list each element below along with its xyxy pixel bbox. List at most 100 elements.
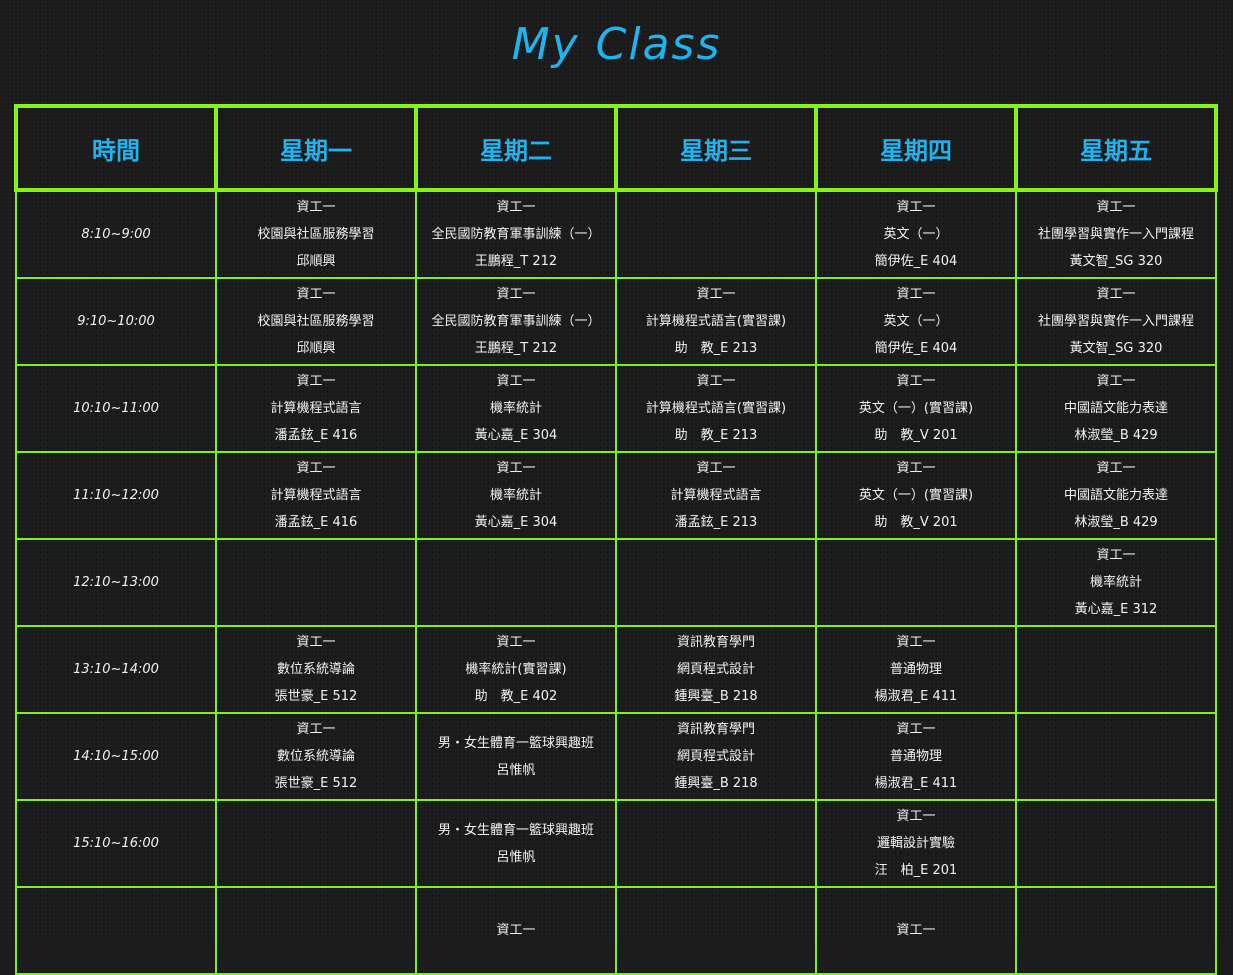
class-group: 資工一 — [496, 635, 536, 650]
class-group: 資工一 — [896, 923, 936, 938]
class-course-name: 全民國防教育軍事訓練（一） — [431, 314, 601, 329]
class-cell-monday — [215, 799, 417, 888]
class-cell-thursday: 資工一邏輯設計實驗汪 柏_E 201 — [815, 799, 1017, 888]
timetable-row: 資工一 資工一 — [15, 886, 1217, 975]
class-cell-monday — [215, 538, 417, 627]
class-course-name: 中國語文能力表達 — [1063, 488, 1168, 503]
class-teacher-room: 王鵬程_T 212 — [474, 341, 558, 356]
header-monday: 星期一 — [214, 104, 418, 192]
class-cell-thursday: 資工一 英文（一） 簡伊佐_E 404 — [815, 277, 1017, 366]
class-course-name: 機率統計 — [1089, 575, 1142, 590]
class-group: 資工一 — [896, 809, 936, 824]
class-group: 資工一 — [496, 461, 536, 476]
class-group: 資工一 — [1096, 287, 1136, 302]
time-slot: 10:10~11:00 — [15, 364, 217, 453]
class-cell-wednesday: 資訊教育學門 網頁程式設計 鍾興臺_B 218 — [615, 625, 817, 714]
class-teacher-room: 楊淑君_E 411 — [874, 689, 958, 704]
class-teacher-room: 呂惟帆 — [496, 849, 536, 865]
class-group: 資訊教育學門 — [676, 722, 755, 737]
timetable-row: 15:10~16:00 男・女生體育一籃球興趣班 呂惟帆 資工一 邏輯設計實驗汪 柏_E… — [15, 799, 1217, 888]
class-course-name: 計算機程式語言(實習課) — [645, 314, 787, 329]
class-cell-friday — [1015, 712, 1217, 801]
class-cell-friday: 資工一 社團學習與實作一入門課程 黃文智_SG 320 — [1015, 189, 1217, 279]
class-cell-tuesday: 資工一 機率統計(實習課) 助 教_E 402 — [415, 625, 617, 714]
class-course-name: 數位系統導論 — [276, 662, 355, 677]
time-slot — [15, 886, 217, 975]
class-course-name: 邏輯設計實驗 — [876, 836, 955, 851]
timetable-row: 10:10~11:00 資工一 計算機程式語言 潘孟鉉_E 416 資工一 機率統計 黃心嘉… — [15, 364, 1217, 453]
class-teacher-room: 黃心嘉_E 304 — [474, 428, 558, 443]
class-course-name: 普通物理 — [889, 749, 942, 764]
class-teacher-room: 黃心嘉_E 304 — [474, 515, 558, 530]
class-course-name: 校園與社區服務學習 — [257, 227, 375, 242]
class-cell-tuesday — [415, 538, 617, 627]
class-course-name: 社團學習與實作一入門課程 — [1037, 227, 1194, 242]
class-cell-tuesday: 資工一全民國防教育軍事訓練（一） 王鵬程_T 212 — [415, 277, 617, 366]
header-row: 時間 星期一 星期二 星期三 星期四 星期五 — [14, 104, 1218, 192]
class-cell-thursday: 資工一 英文（一） 簡伊佐_E 404 — [815, 189, 1017, 279]
class-group: 資工一 — [696, 287, 736, 302]
class-cell-friday — [1015, 625, 1217, 714]
class-teacher-room: 助 教_V 201 — [874, 428, 958, 443]
class-cell-friday: 資工一中國語文能力表達 林淑瑩_B 429 — [1015, 451, 1217, 540]
class-group: 資工一 — [696, 374, 736, 389]
class-teacher-room: 林淑瑩_B 429 — [1074, 515, 1158, 530]
class-teacher-room: 王鵬程_T 212 — [474, 254, 558, 269]
class-group: 資工一 — [296, 374, 336, 389]
class-group: 資工一 — [296, 200, 336, 215]
class-group: 資工一 — [1096, 461, 1136, 476]
timetable-row: 8:10~9:00 資工一 校園與社區服務學習 邱順興 資工一 全民國防教育軍事訓練（一）… — [15, 189, 1217, 279]
class-course-name: 網頁程式設計 — [676, 662, 755, 677]
class-group: 資工一 — [296, 635, 336, 650]
class-teacher-room: 張世豪_E 512 — [274, 776, 358, 791]
class-group: 資工一 — [496, 287, 536, 302]
class-course-name: 社團學習與實作一入門課程 — [1037, 314, 1194, 329]
class-teacher-room: 簡伊佐_E 404 — [874, 341, 958, 356]
class-cell-monday: 資工一 數位系統導論 張世豪_E 512 — [215, 625, 417, 714]
class-teacher-room: 助 教_E 402 — [474, 689, 558, 704]
class-cell-tuesday: 資工一 機率統計 黃心嘉_E 304 — [415, 364, 617, 453]
class-cell-monday: 資工一 計算機程式語言 潘孟鉉_E 416 — [215, 364, 417, 453]
time-slot: 13:10~14:00 — [15, 625, 217, 714]
timetable-row: 12:10~13:00 資工一 機率統計 黃心嘉_E 312 — [15, 538, 1217, 627]
header-time: 時間 — [14, 104, 218, 192]
class-cell-monday: 資工一 校園與社區服務學習 邱順興 — [215, 189, 417, 279]
class-cell-thursday: 資工一 — [815, 886, 1017, 975]
class-teacher-room: 邱順興 — [296, 341, 336, 356]
class-course-name: 普通物理 — [889, 662, 942, 677]
class-teacher-room: 潘孟鉉_E 213 — [674, 515, 758, 530]
class-teacher-room: 助 教_E 213 — [674, 428, 758, 443]
class-teacher-room: 潘孟鉉_E 416 — [274, 428, 358, 443]
class-group: 資工一 — [1096, 548, 1136, 563]
class-cell-friday: 資工一 機率統計 黃心嘉_E 312 — [1015, 538, 1217, 627]
class-teacher-room: 楊淑君_E 411 — [874, 776, 958, 791]
class-cell-thursday: 資工一 英文（一）(實習課) 助 教_V 201 — [815, 364, 1017, 453]
time-slot: 12:10~13:00 — [15, 538, 217, 627]
page-title: My Class — [511, 19, 722, 70]
class-teacher-room: 簡伊佐_E 404 — [874, 254, 958, 269]
class-teacher-room: 鍾興臺_B 218 — [674, 776, 758, 791]
class-timetable: 時間 星期一 星期二 星期三 星期四 星期五 8:10~9:00 資工一 校園與社區… — [14, 104, 1218, 975]
class-group: 資工一 — [896, 635, 936, 650]
class-teacher-room: 林淑瑩_B 429 — [1074, 428, 1158, 443]
class-group: 資工一 — [496, 923, 536, 938]
class-teacher-room: 汪 柏_E 201 — [874, 863, 958, 878]
timetable-row: 13:10~14:00 資工一 數位系統導論 張世豪_E 512 資工一 機率統計(實習課… — [15, 625, 1217, 714]
class-course-name: 英文（一）(實習課) — [858, 488, 974, 503]
class-course-name: 機率統計 — [489, 488, 542, 503]
time-slot: 14:10~15:00 — [15, 712, 217, 801]
time-slot: 11:10~12:00 — [15, 451, 217, 540]
class-group: 資工一 — [896, 287, 936, 302]
class-group: 資工一 — [296, 461, 336, 476]
class-cell-thursday: 資工一 普通物理 楊淑君_E 411 — [815, 712, 1017, 801]
class-cell-tuesday: 資工一 — [415, 886, 617, 975]
timetable-row: 9:10~10:00 資工一 校園與社區服務學習 邱順興 資工一 全民國防教育軍事訓練（一… — [15, 277, 1217, 366]
class-cell-tuesday: 資工一 全民國防教育軍事訓練（一） 王鵬程_T 212 — [415, 189, 617, 279]
class-course-name: 計算機程式語言 — [270, 488, 362, 503]
class-teacher-room: 鍾興臺_B 218 — [674, 689, 758, 704]
class-group: 資工一 — [896, 200, 936, 215]
class-cell-thursday: 資工一 英文（一）(實習課) 助 教_V 201 — [815, 451, 1017, 540]
time-slot: 15:10~16:00 — [15, 799, 217, 888]
class-cell-monday: 資工一 數位系統導論 張世豪_E 512 — [215, 712, 417, 801]
class-cell-wednesday: 資訊教育學門 網頁程式設計 鍾興臺_B 218 — [615, 712, 817, 801]
